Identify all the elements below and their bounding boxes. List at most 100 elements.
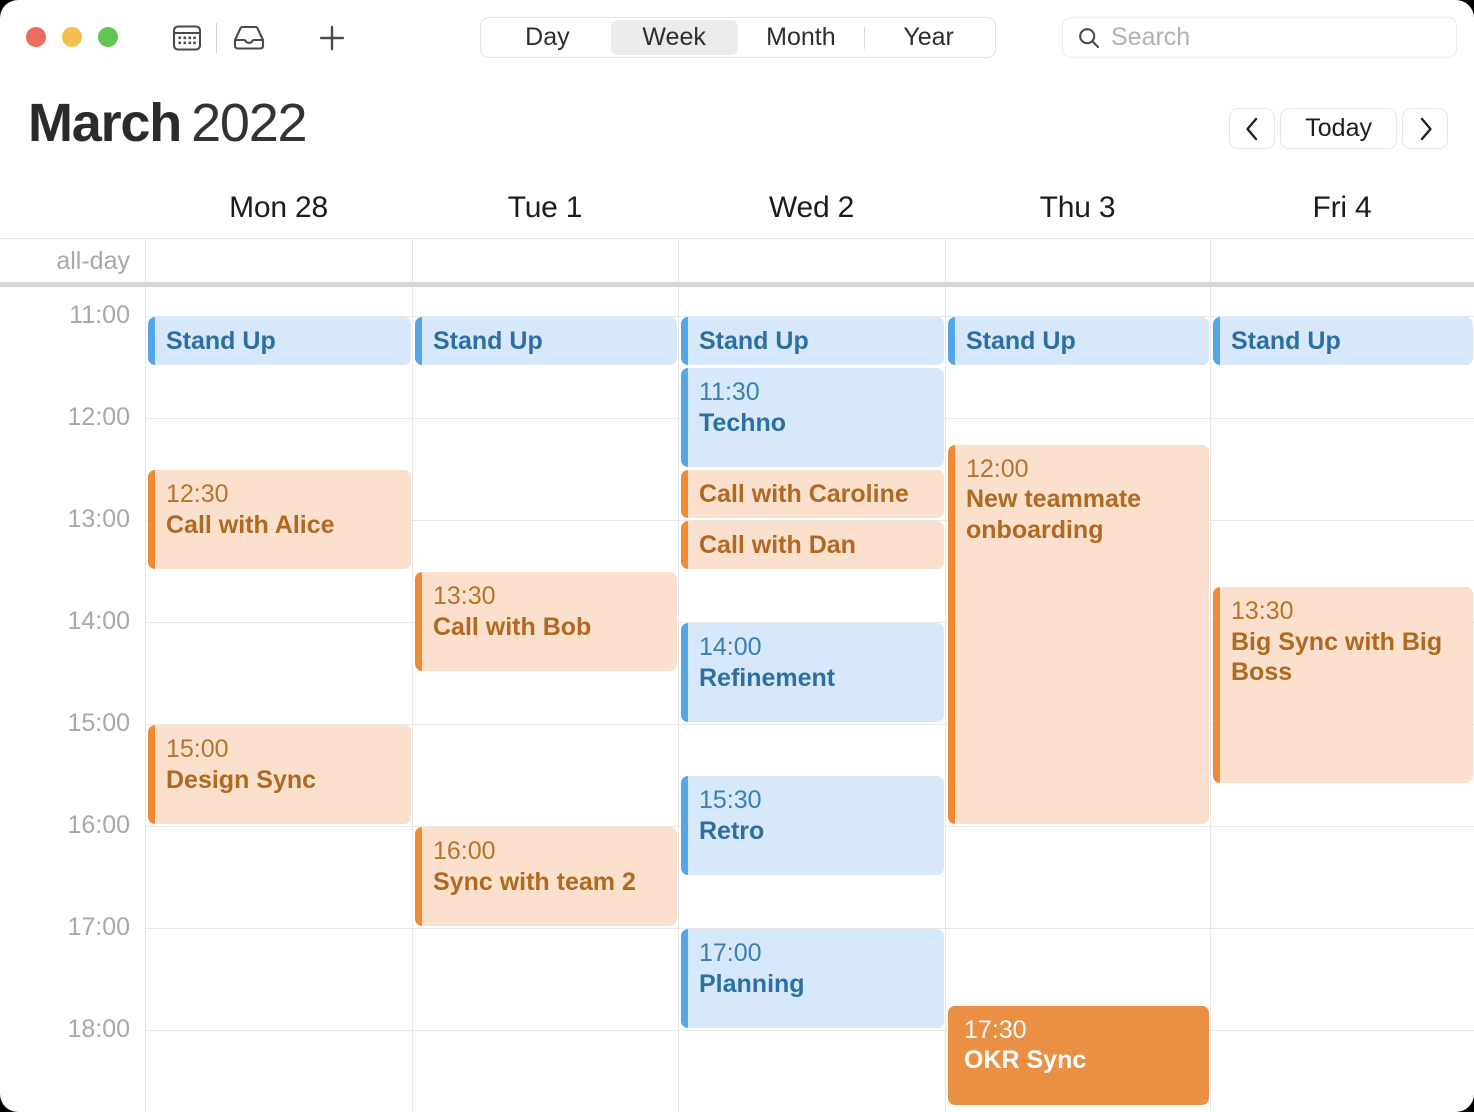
column-divider — [945, 287, 946, 1112]
event-block[interactable]: 13:30 Big Sync with Big Boss — [1213, 587, 1473, 784]
tab-day[interactable]: Day — [484, 20, 611, 55]
event-block[interactable]: 12:30 Call with Alice — [148, 470, 411, 569]
tab-month[interactable]: Month — [738, 20, 865, 55]
event-accent-bar — [415, 317, 422, 365]
event-time: 17:30 — [964, 1015, 1027, 1044]
all-day-row[interactable]: all-day — [0, 238, 1474, 283]
event-block[interactable]: Stand Up — [415, 317, 677, 365]
event-time: 14:00 — [699, 633, 762, 661]
all-day-label: all-day — [56, 247, 130, 275]
event-title: New teammate onboarding — [966, 485, 1142, 544]
event-block[interactable]: 17:30 OKR Sync — [948, 1005, 1209, 1105]
event-accent-bar — [948, 444, 955, 824]
page-title-year: 2022 — [191, 93, 308, 153]
previous-week-button[interactable] — [1229, 108, 1276, 149]
day-header-row: Mon 28 Tue 1 Wed 2 Thu 3 Fri 4 — [0, 180, 1474, 236]
event-title: Planning — [699, 969, 805, 998]
event-accent-bar — [681, 368, 688, 467]
event-accent-bar — [148, 470, 155, 569]
day-header-4[interactable]: Thu 3 — [945, 184, 1210, 232]
event-accent-bar — [948, 1006, 955, 1105]
event-block[interactable]: Stand Up — [681, 317, 944, 365]
close-button[interactable] — [26, 27, 46, 47]
event-accent-bar — [1213, 587, 1220, 784]
event-block[interactable]: Stand Up — [148, 317, 411, 365]
event-block[interactable]: Call with Dan — [681, 521, 944, 569]
event-block[interactable]: 15:30 Retro — [681, 776, 944, 875]
hour-label: 16:00 — [67, 811, 130, 839]
day-header-5[interactable]: Fri 4 — [1210, 184, 1474, 232]
event-accent-bar — [148, 317, 155, 365]
event-accent-bar — [148, 725, 155, 824]
view-mode-segmented-control[interactable]: Day Week Month Year — [480, 17, 996, 58]
hour-label: 15:00 — [67, 709, 130, 737]
event-time: 17:00 — [699, 939, 762, 967]
event-block[interactable]: Stand Up — [948, 317, 1209, 365]
today-button[interactable]: Today — [1280, 108, 1397, 149]
event-title: Design Sync — [166, 765, 317, 794]
event-block[interactable]: 13:30 Call with Bob — [415, 572, 677, 671]
event-time: 13:30 — [1231, 597, 1294, 626]
all-day-cell-divider — [678, 239, 679, 283]
event-block[interactable]: 14:00 Refinement — [681, 623, 944, 722]
week-grid: Mon 28 Tue 1 Wed 2 Thu 3 Fri 4 all-day 11:00… — [0, 180, 1474, 1112]
page-title-month: March — [28, 93, 182, 153]
day-header-3[interactable]: Wed 2 — [678, 184, 945, 232]
event-accent-bar — [1213, 317, 1220, 365]
day-header-2[interactable]: Tue 1 — [412, 184, 678, 232]
event-block[interactable]: 12:00 New teammate onboarding — [948, 444, 1209, 824]
hour-label: 18:00 — [67, 1015, 130, 1043]
event-title: Stand Up — [166, 326, 276, 355]
all-day-cell-divider — [412, 239, 413, 283]
event-block[interactable]: 16:00 Sync with team 2 — [415, 827, 677, 926]
toolbar: Day Week Month Year — [0, 0, 1474, 76]
event-time: 13:30 — [433, 582, 496, 610]
next-week-button[interactable] — [1402, 108, 1448, 149]
event-title: Stand Up — [433, 326, 543, 355]
event-time: 12:00 — [966, 454, 1029, 483]
event-title: Big Sync with Big Boss — [1231, 627, 1443, 687]
event-block[interactable]: 15:00 Design Sync — [148, 725, 411, 824]
hour-label: 14:00 — [67, 607, 130, 635]
event-block[interactable]: Stand Up — [1213, 317, 1473, 365]
event-title: Refinement — [699, 663, 836, 692]
event-title: Call with Dan — [699, 530, 856, 559]
event-accent-bar — [415, 827, 422, 926]
inbox-icon[interactable] — [233, 25, 265, 51]
event-title: Call with Bob — [433, 612, 592, 641]
event-time: 16:00 — [433, 837, 496, 865]
time-grid: 11:00 12:00 13:00 14:00 15:00 16:00 17:00 18:00… — [0, 287, 1474, 1112]
event-title: Retro — [699, 816, 765, 845]
event-title: Stand Up — [699, 326, 809, 355]
event-title: Call with Caroline — [699, 479, 909, 508]
event-accent-bar — [681, 317, 688, 365]
zoom-button[interactable] — [98, 27, 118, 47]
hour-label: 13:00 — [67, 505, 130, 533]
calendar-icon[interactable] — [172, 25, 202, 51]
toolbar-divider — [216, 23, 217, 53]
hour-gridline — [145, 1030, 1474, 1031]
column-divider — [1210, 287, 1211, 1112]
event-title: Sync with team 2 — [433, 867, 636, 896]
hour-label: 11:00 — [69, 301, 130, 329]
event-block[interactable]: Call with Caroline — [681, 470, 944, 518]
page-title: March 2022 — [28, 92, 308, 154]
search-box[interactable] — [1062, 17, 1457, 58]
event-accent-bar — [681, 521, 688, 569]
hour-label: 12:00 — [67, 403, 130, 431]
minimize-button[interactable] — [62, 27, 82, 47]
event-block[interactable]: 17:00 Planning — [681, 929, 944, 1028]
tab-week[interactable]: Week — [610, 20, 738, 55]
column-divider — [678, 287, 679, 1112]
search-input[interactable] — [1111, 22, 1431, 53]
day-header-1[interactable]: Mon 28 — [145, 184, 412, 232]
event-accent-bar — [681, 623, 688, 722]
event-time: 11:30 — [699, 378, 760, 406]
event-title: Techno — [699, 408, 787, 437]
event-block[interactable]: 11:30 Techno — [681, 368, 944, 467]
tab-year[interactable]: Year — [865, 20, 992, 55]
all-day-cell-divider — [945, 239, 946, 283]
add-event-button[interactable] — [314, 22, 350, 54]
event-accent-bar — [415, 572, 422, 671]
hour-label: 17:00 — [67, 913, 130, 941]
